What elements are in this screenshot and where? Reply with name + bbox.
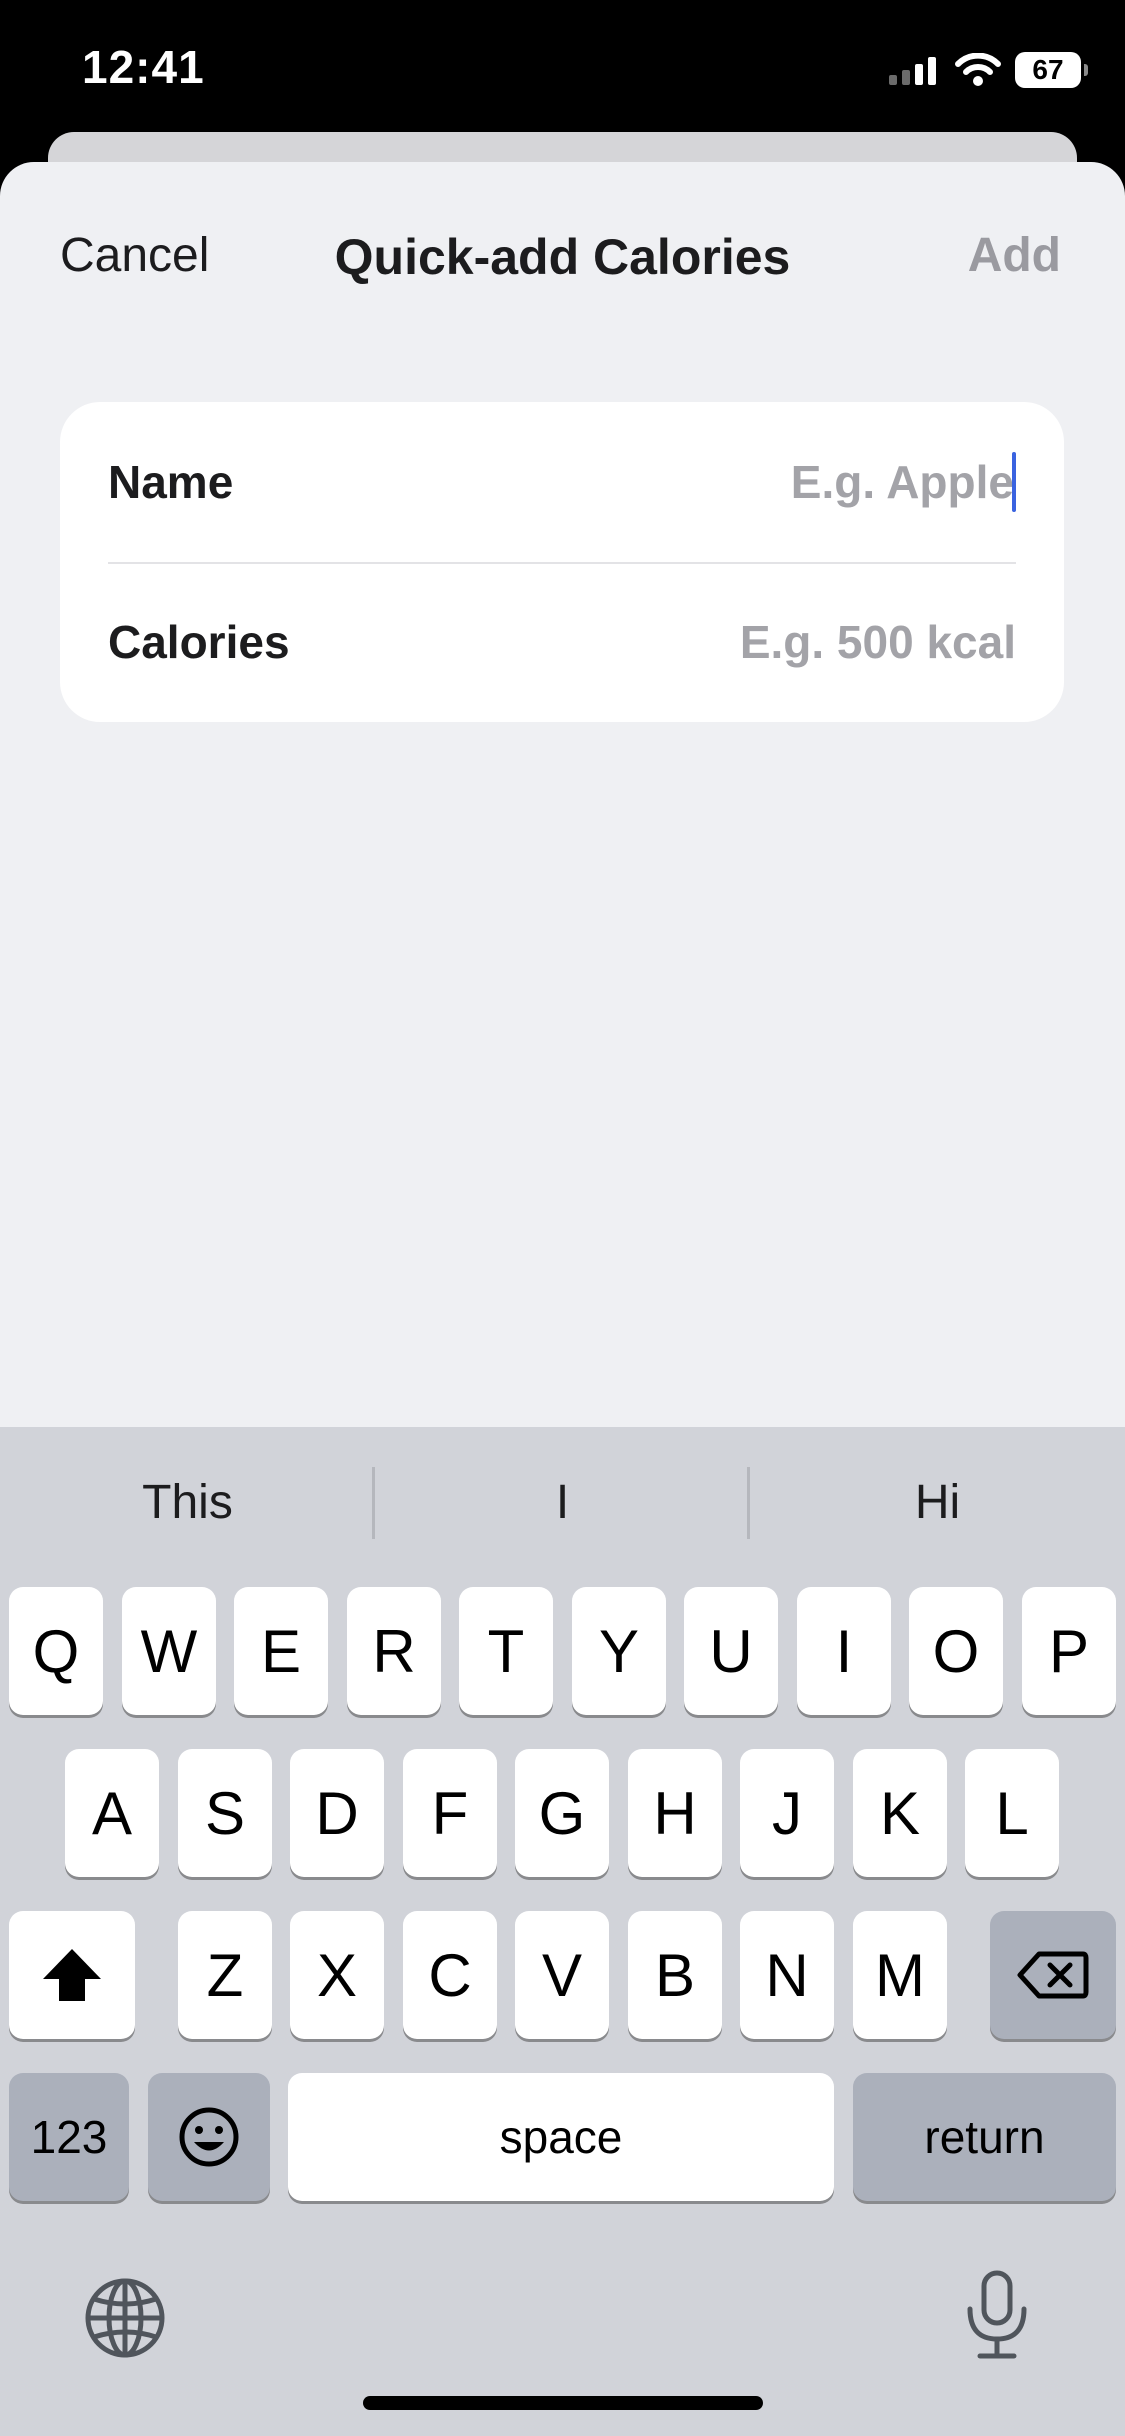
key-w[interactable]: W — [122, 1587, 216, 1715]
keyboard: This I Hi Q W E R T Y U I O P A S D F G … — [0, 1427, 1125, 2436]
suggestion-bar: This I Hi — [0, 1427, 1125, 1577]
name-row: Name — [108, 402, 1016, 562]
wifi-icon — [955, 53, 1001, 86]
key-c[interactable]: C — [403, 1911, 497, 2039]
status-indicators: 67 — [889, 50, 1088, 90]
key-k[interactable]: K — [853, 1749, 947, 1877]
suggestion-item[interactable]: Hi — [750, 1427, 1125, 1577]
emoji-icon — [179, 2107, 239, 2167]
name-input[interactable] — [454, 455, 1014, 509]
delete-backspace-icon — [1017, 1951, 1089, 1999]
key-y[interactable]: Y — [572, 1587, 666, 1715]
key-v[interactable]: V — [515, 1911, 609, 2039]
battery-indicator: 67 — [1015, 52, 1088, 88]
key-l[interactable]: L — [965, 1749, 1059, 1877]
shift-icon — [43, 1949, 101, 2001]
key-j[interactable]: J — [740, 1749, 834, 1877]
key-d[interactable]: D — [290, 1749, 384, 1877]
return-key[interactable]: return — [853, 2073, 1116, 2201]
key-o[interactable]: O — [909, 1587, 1003, 1715]
calories-label: Calories — [108, 616, 290, 668]
sheet-title: Quick-add Calories — [334, 229, 791, 285]
key-a[interactable]: A — [65, 1749, 159, 1877]
quick-add-form: Name Calories — [60, 402, 1064, 722]
emoji-key[interactable] — [148, 2073, 270, 2201]
calories-input[interactable] — [456, 615, 1016, 669]
key-t[interactable]: T — [459, 1587, 553, 1715]
calories-row: Calories — [108, 562, 1016, 722]
text-cursor — [1012, 452, 1016, 512]
key-q[interactable]: Q — [9, 1587, 103, 1715]
add-button[interactable]: Add — [968, 228, 1061, 283]
home-indicator[interactable] — [363, 2396, 763, 2410]
status-time: 12:41 — [82, 41, 205, 93]
key-p[interactable]: P — [1022, 1587, 1116, 1715]
key-g[interactable]: G — [515, 1749, 609, 1877]
key-m[interactable]: M — [853, 1911, 947, 2039]
globe-icon[interactable] — [84, 2277, 166, 2359]
space-key[interactable]: space — [288, 2073, 834, 2201]
name-label: Name — [108, 456, 234, 508]
shift-key[interactable] — [9, 1911, 135, 2039]
key-h[interactable]: H — [628, 1749, 722, 1877]
suggestion-item[interactable]: I — [375, 1427, 750, 1577]
key-z[interactable]: Z — [178, 1911, 272, 2039]
microphone-icon[interactable] — [962, 2269, 1032, 2361]
key-i[interactable]: I — [797, 1587, 891, 1715]
status-bar: 12:41 67 — [0, 0, 1125, 140]
name-field-wrap — [454, 452, 1016, 512]
key-n[interactable]: N — [740, 1911, 834, 2039]
key-x[interactable]: X — [290, 1911, 384, 2039]
numbers-key[interactable]: 123 — [9, 2073, 129, 2201]
key-u[interactable]: U — [684, 1587, 778, 1715]
suggestion-item[interactable]: This — [0, 1427, 375, 1577]
key-f[interactable]: F — [403, 1749, 497, 1877]
key-b[interactable]: B — [628, 1911, 722, 2039]
cellular-signal-icon — [889, 57, 936, 85]
key-e[interactable]: E — [234, 1587, 328, 1715]
key-s[interactable]: S — [178, 1749, 272, 1877]
key-r[interactable]: R — [347, 1587, 441, 1715]
delete-key[interactable] — [990, 1911, 1116, 2039]
